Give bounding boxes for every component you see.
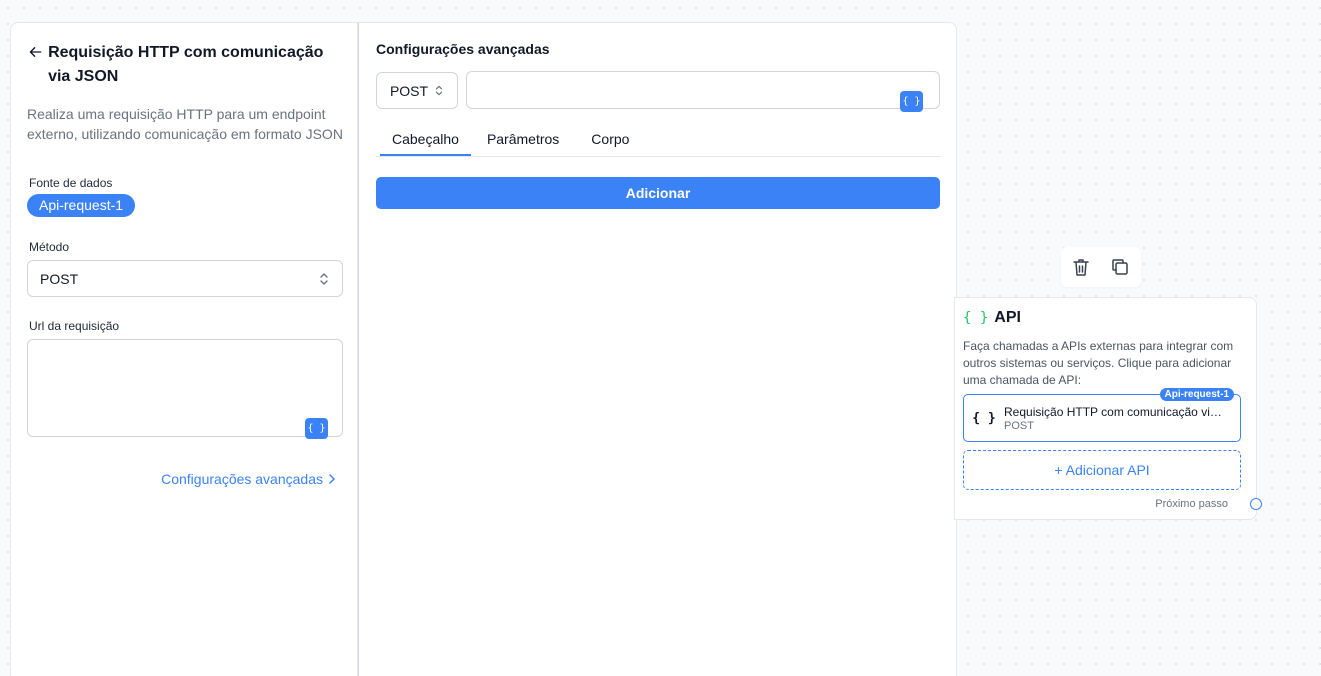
chevron-up-down-icon	[435, 85, 443, 96]
advanced-method-value: POST	[389, 82, 429, 99]
url-textarea[interactable]: { }	[27, 339, 343, 439]
node-description: Faça chamadas a APIs externas para integ…	[963, 339, 1234, 387]
method-label: Método	[29, 240, 70, 254]
add-header-button[interactable]: Adicionar	[376, 177, 940, 209]
panel-title: Requisição HTTP com comunicação via JSON	[48, 44, 324, 85]
api-request-item[interactable]: Api-request-1 { } Requisição HTTP com co…	[963, 388, 1241, 442]
variable-button[interactable]: { }	[900, 91, 923, 112]
config-panel: Requisição HTTP com comunicação via JSON…	[10, 22, 358, 676]
data-source-label: Fonte de dados	[29, 176, 113, 190]
chevron-up-down-icon	[320, 272, 328, 285]
braces-icon: { }	[972, 410, 996, 426]
chevron-right-icon	[329, 474, 335, 484]
advanced-method-select[interactable]: POST	[376, 72, 458, 109]
advanced-url-input[interactable]: { }	[466, 71, 940, 112]
api-node-card[interactable]: { } API Faça chamadas a APIs externas pa…	[954, 297, 1257, 520]
arrow-left-icon[interactable]	[27, 42, 44, 62]
api-request-text: Requisição HTTP com comunicação via JSON…	[1004, 405, 1226, 432]
add-api-button[interactable]: + Adicionar API	[963, 450, 1241, 490]
api-request-badge: Api-request-1	[1159, 388, 1234, 401]
advanced-settings-link[interactable]: Configurações avançadas	[161, 471, 337, 487]
node-header: { } API	[963, 309, 1021, 327]
api-request-name: Requisição HTTP com comunicação via JSON	[1004, 404, 1226, 419]
braces-icon: { }	[963, 310, 989, 326]
node-title: API	[994, 309, 1021, 326]
method-select-value: POST	[40, 270, 79, 287]
trash-icon[interactable]	[1072, 257, 1090, 277]
tab-parametros[interactable]: Parâmetros	[471, 123, 575, 156]
next-step-label: Próximo passo	[1155, 498, 1228, 510]
advanced-settings-link-label: Configurações avançadas	[161, 471, 323, 487]
panel-description: Realiza uma requisição HTTP para um endp…	[27, 106, 343, 142]
method-select[interactable]: POST	[27, 260, 343, 297]
variable-button[interactable]: { }	[305, 418, 328, 439]
panel-header: Requisição HTTP com comunicação via JSON	[27, 41, 347, 89]
copy-icon[interactable]	[1110, 257, 1130, 277]
tab-cabecalho[interactable]: Cabeçalho	[380, 123, 471, 156]
tab-corpo[interactable]: Corpo	[575, 123, 645, 156]
api-request-method: POST	[1004, 419, 1034, 432]
url-label: Url da requisição	[29, 319, 120, 333]
advanced-tabs: Cabeçalho Parâmetros Corpo	[376, 123, 940, 157]
node-toolbar	[1061, 247, 1141, 287]
advanced-settings-title: Configurações avançadas	[376, 41, 550, 57]
data-source-badge: Api-request-1	[27, 194, 136, 217]
next-step-handle[interactable]	[1250, 498, 1262, 510]
advanced-settings-panel: Configurações avançadas POST { } Cabeçal…	[358, 22, 957, 676]
